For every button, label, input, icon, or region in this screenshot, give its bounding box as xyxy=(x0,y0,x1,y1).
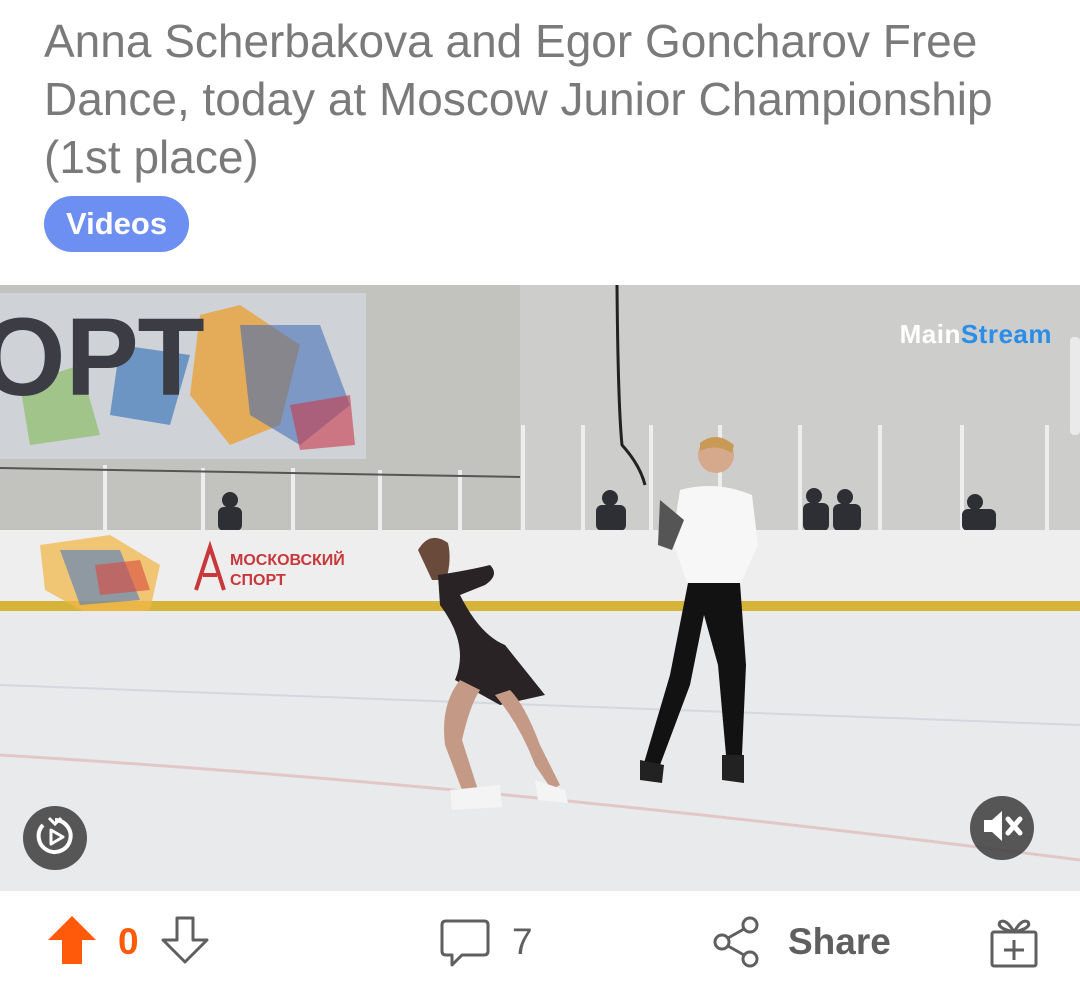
flair-tag[interactable]: Videos xyxy=(44,196,190,252)
share-button[interactable]: Share xyxy=(710,891,891,993)
video-app-icon xyxy=(35,816,75,861)
page-scrollbar[interactable] xyxy=(1070,337,1080,435)
video-player[interactable]: ОРТ МОСКОВСКИЙ СПОРТ MainStream xyxy=(0,285,1080,891)
arena-banner: ОРТ xyxy=(0,293,366,459)
svg-text:МОСКОВСКИЙ: МОСКОВСКИЙ xyxy=(230,550,345,569)
upvote-arrow-icon xyxy=(48,915,96,964)
share-icon xyxy=(713,916,759,968)
video-watermark: MainStream xyxy=(899,319,1052,349)
mute-toggle-button[interactable] xyxy=(970,796,1034,860)
downvote-arrow-icon xyxy=(161,916,209,963)
video-app-button[interactable] xyxy=(23,806,87,870)
share-label: Share xyxy=(788,921,891,962)
svg-text:ОРТ: ОРТ xyxy=(0,296,205,419)
video-frame: ОРТ МОСКОВСКИЙ СПОРТ xyxy=(0,285,1080,891)
comment-bubble-icon xyxy=(440,919,490,967)
comment-count: 7 xyxy=(512,921,533,962)
upvote-button[interactable] xyxy=(46,914,98,971)
speaker-muted-icon xyxy=(980,806,1024,851)
gift-award-icon xyxy=(990,919,1038,968)
post-title[interactable]: Anna Scherbakova and Egor Goncharov Free… xyxy=(44,12,1044,186)
award-button[interactable] xyxy=(986,891,1042,993)
vote-count: 0 xyxy=(118,921,139,962)
comments-button[interactable]: 7 xyxy=(438,891,533,993)
post-action-bar: 0 7 Share xyxy=(0,891,1080,993)
vote-group: 0 xyxy=(46,891,211,993)
svg-text:СПОРТ: СПОРТ xyxy=(230,572,286,589)
downvote-button[interactable] xyxy=(159,914,211,971)
